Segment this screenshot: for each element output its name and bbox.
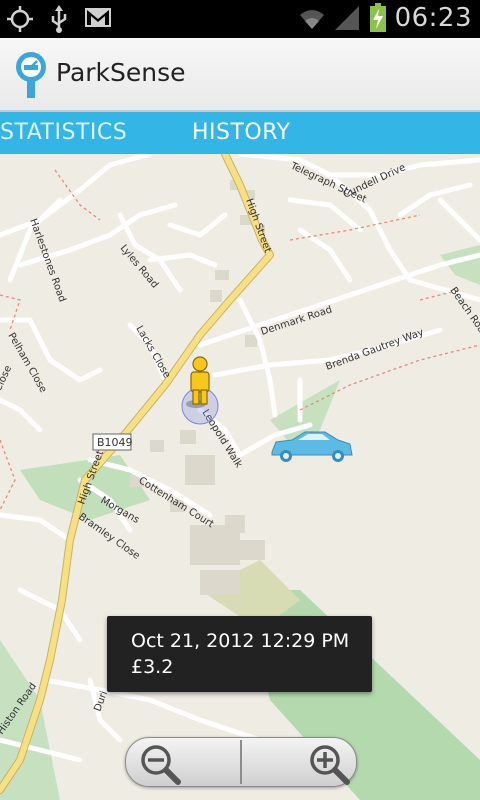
signal-icon (334, 6, 359, 30)
zoom-controls (125, 737, 357, 787)
zoom-in-button[interactable] (242, 738, 356, 786)
zoom-out-button[interactable] (126, 738, 240, 786)
parking-info-tooltip[interactable]: Oct 21, 2012 12:29 PM £3.2 (107, 616, 372, 692)
action-bar: ParkSense (0, 38, 480, 112)
battery-charging-icon (369, 3, 386, 32)
zoom-in-icon (310, 745, 350, 785)
gps-icon (7, 6, 33, 32)
map-canvas: Telegraph Street Cundell Drive High Stre… (0, 154, 480, 800)
parking-datetime: Oct 21, 2012 12:29 PM (131, 630, 350, 652)
tab-bar: STATISTICS HISTORY (0, 112, 480, 154)
parking-meter-icon (16, 52, 46, 98)
tab-statistics[interactable]: STATISTICS (0, 120, 127, 145)
map-view[interactable]: Telegraph Street Cundell Drive High Stre… (0, 154, 480, 800)
parking-amount: £3.2 (131, 656, 174, 678)
tab-history[interactable]: HISTORY (192, 120, 291, 145)
wifi-icon (299, 10, 324, 29)
gmail-icon (85, 8, 111, 27)
status-time: 06:23 (394, 3, 472, 33)
status-bar: 06:23 (0, 0, 480, 38)
app-title: ParkSense (56, 58, 186, 87)
zoom-out-icon (141, 745, 181, 785)
road-shield-label: B1049 (97, 436, 133, 449)
usb-icon (51, 5, 67, 33)
